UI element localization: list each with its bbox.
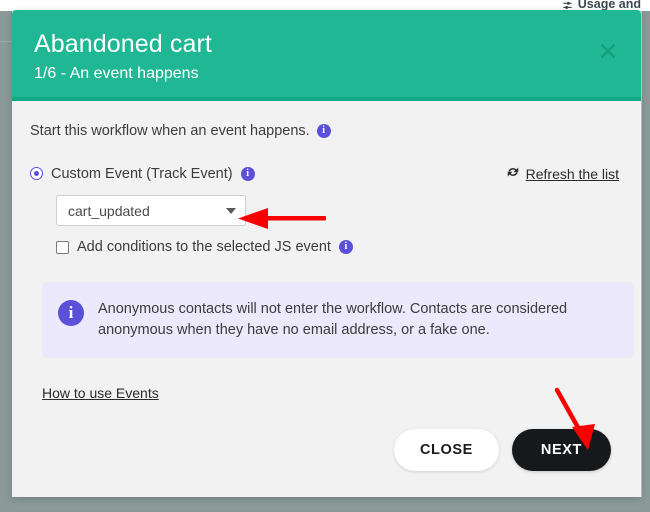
refresh-the-list-label: Refresh the list [525,165,619,182]
settings-sliders-icon [562,0,573,11]
background-left-overlay [0,11,12,512]
page-root: Usage and Abandoned cart 1/6 - An event … [0,0,650,512]
close-icon[interactable] [595,38,621,64]
chevron-down-icon [226,207,236,214]
background-right-divider [641,11,642,512]
refresh-the-list-link[interactable]: Refresh the list [506,165,619,182]
anonymous-contacts-notice-text: Anonymous contacts will not enter the wo… [98,301,568,338]
background-bottom-overlay [0,497,650,512]
info-icon[interactable]: i [240,166,255,181]
anonymous-contacts-notice: i Anonymous contacts will not enter the … [42,282,634,358]
background-right-overlay [641,11,650,512]
modal-footer: CLOSE NEXT [12,402,641,497]
add-conditions-label: Add conditions to the selected JS event [77,239,331,255]
how-to-use-events-link[interactable]: How to use Events [42,385,159,401]
modal-subtitle: 1/6 - An event happens [34,65,199,82]
event-source-option-row: Custom Event (Track Event) i Refresh the… [30,165,619,182]
radio-button-custom-event[interactable] [30,167,43,180]
intro-text-row: Start this workflow when an event happen… [30,123,619,139]
info-icon: i [58,300,84,326]
radio-custom-event-label: Custom Event (Track Event) [51,165,233,182]
modal-title: Abandoned cart [34,30,212,58]
event-select-value: cart_updated [68,202,150,219]
next-button[interactable]: NEXT [511,428,611,471]
abandoned-cart-modal: Abandoned cart 1/6 - An event happens St… [12,10,641,497]
intro-text: Start this workflow when an event happen… [30,123,310,139]
add-conditions-checkbox[interactable] [56,240,69,254]
event-select[interactable]: cart_updated [56,195,246,226]
radio-custom-event[interactable]: Custom Event (Track Event) i [30,166,255,182]
event-select-row: cart_updated [56,195,619,226]
refresh-icon [506,165,520,182]
modal-header: Abandoned cart 1/6 - An event happens [12,10,641,101]
info-icon[interactable]: i [316,124,331,138]
close-button[interactable]: CLOSE [393,428,499,471]
add-conditions-checkbox-row[interactable]: Add conditions to the selected JS event … [56,239,619,255]
info-icon[interactable]: i [338,240,353,254]
background-left-divider [0,41,12,42]
